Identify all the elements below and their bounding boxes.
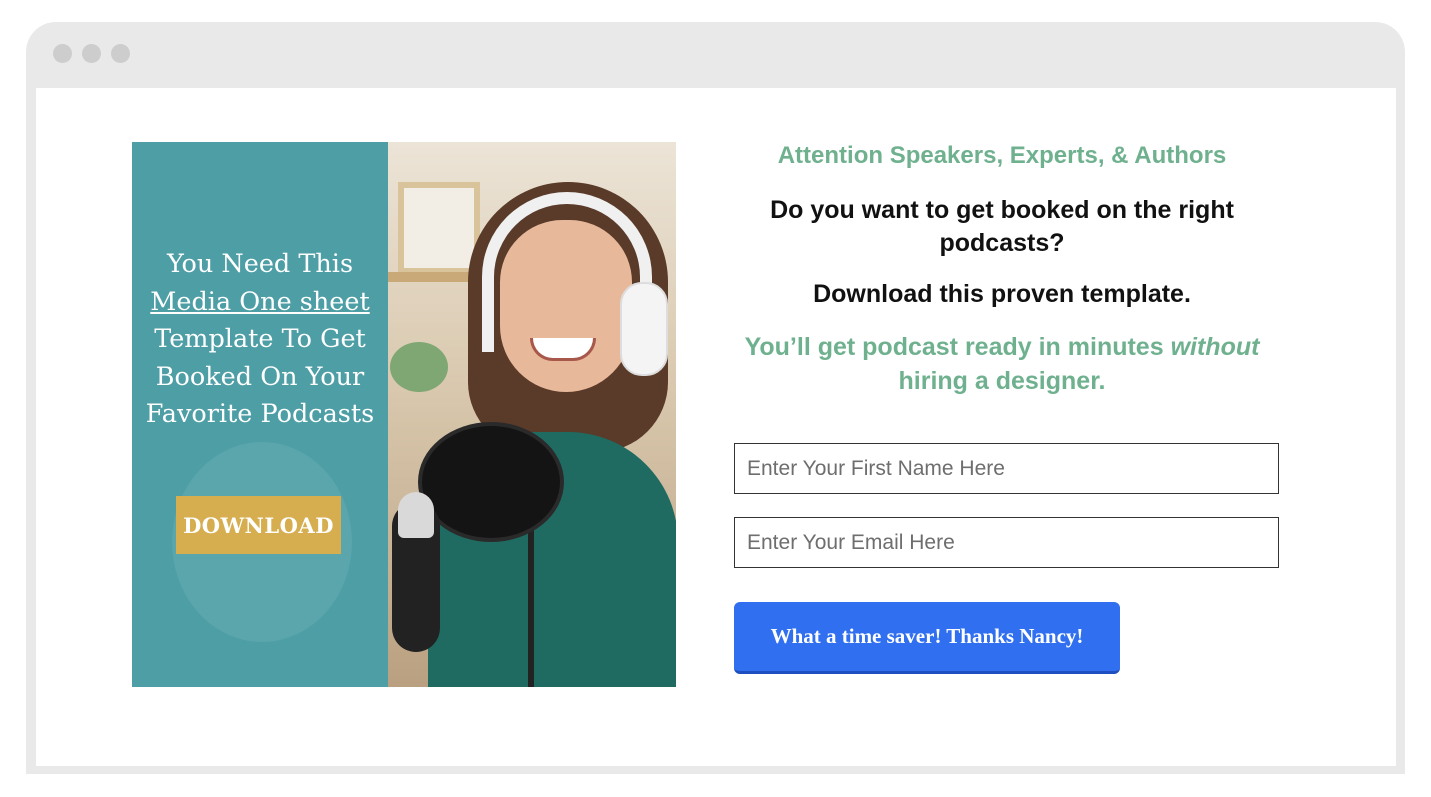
promo-panel: You Need This Media One sheet Template T… [132,142,388,687]
download-heading: Download this proven template. [813,280,1191,308]
window-controls [53,44,130,63]
headphones-earcup [620,282,668,376]
window-dot-maximize[interactable] [111,44,130,63]
first-name-input[interactable] [734,443,1279,494]
tagline: Attention Speakers, Experts, & Authors [777,142,1227,169]
promo-headline-line: Booked On Your [155,361,365,392]
microphone-grill [398,492,434,538]
window-dot-minimize[interactable] [82,44,101,63]
mic-stand [528,522,534,687]
promo-headline-line: Favorite Podcasts [145,399,375,429]
email-input[interactable] [734,517,1279,568]
promo-headline-link[interactable]: Media One sheet [132,284,388,322]
window-dot-close[interactable] [53,44,72,63]
promo-headline: You Need This Media One sheet Template T… [132,246,388,434]
page-content: You Need This Media One sheet Template T… [36,88,1396,766]
question-heading: Do you want to get booked on the right p… [770,196,1234,257]
browser-window: You Need This Media One sheet Template T… [26,22,1405,774]
benefit-part-1: You’ll get podcast ready in minutes [744,333,1164,361]
submit-button[interactable]: What a time saver! Thanks Nancy! [734,602,1120,674]
promo-headline-line: You Need This [166,249,354,279]
promo-image: You Need This Media One sheet Template T… [132,142,676,687]
shelf-frame [398,182,480,274]
podcaster-photo [388,142,676,687]
benefit-emphasis: without [1170,333,1260,361]
benefit-text: You’ll get podcast ready in minutes with… [722,330,1282,398]
promo-download-button[interactable]: DOWNLOAD [176,496,341,554]
plant [390,342,448,392]
benefit-part-2: hiring a designer. [898,367,1106,395]
promo-headline-line: Template To Get [154,324,366,354]
